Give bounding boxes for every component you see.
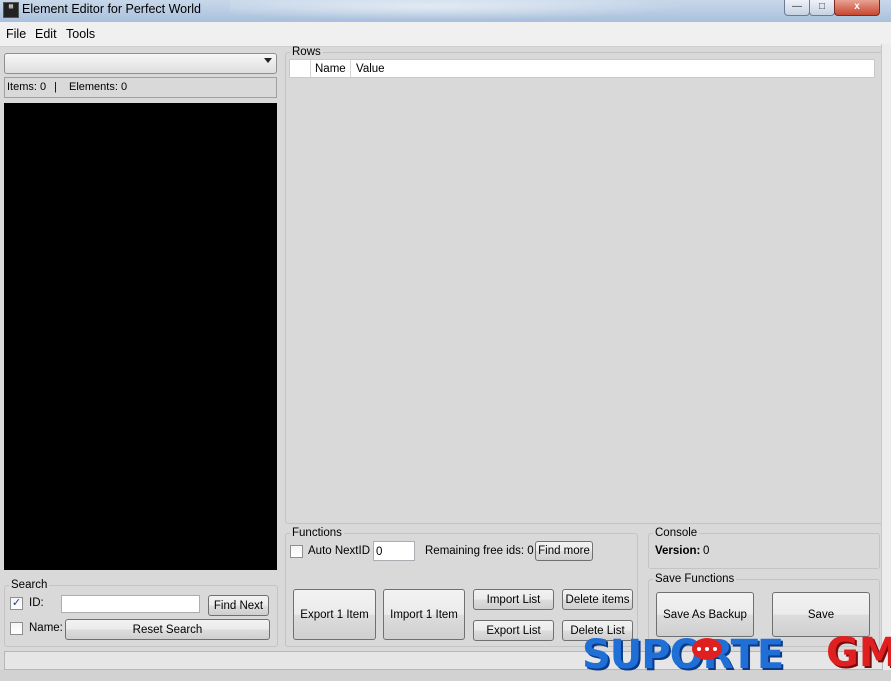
counts-separator: | — [54, 81, 57, 93]
name-label: Name: — [29, 622, 63, 634]
title-bar-glow — [230, 0, 730, 22]
auto-next-id-label: Auto NextID : — [308, 545, 377, 557]
find-next-button[interactable]: Find Next — [208, 595, 269, 616]
reset-search-button[interactable]: Reset Search — [65, 619, 270, 640]
save-functions-group-title: Save Functions — [655, 573, 735, 585]
column-header-value[interactable]: Value — [356, 63, 385, 75]
app-window: ▦ Element Editor for Perfect World — □ x… — [0, 0, 891, 681]
close-button[interactable]: x — [834, 0, 880, 16]
vertical-scrollbar[interactable] — [881, 44, 891, 676]
menu-tools[interactable]: Tools — [66, 27, 95, 41]
app-icon: ▦ — [3, 2, 19, 18]
rows-group: Rows — [285, 46, 883, 524]
list-selector-dropdown[interactable] — [4, 53, 277, 74]
chevron-down-icon — [264, 58, 272, 63]
item-counts-bar: Items: 0 | Elements: 0 — [4, 77, 277, 98]
menu-edit[interactable]: Edit — [35, 27, 57, 41]
name-checkbox[interactable] — [10, 622, 23, 635]
import-list-button[interactable]: Import List — [473, 589, 554, 610]
title-bar: ▦ Element Editor for Perfect World — □ x — [0, 0, 891, 22]
row-selector-header[interactable] — [290, 60, 311, 77]
elements-count: Elements: 0 — [69, 81, 128, 93]
save-as-backup-button[interactable]: Save As Backup — [656, 592, 754, 637]
find-more-button[interactable]: Find more — [535, 541, 593, 561]
version-label: Version: — [655, 545, 701, 557]
search-group-title: Search — [11, 579, 48, 591]
id-label: ID: — [29, 597, 44, 609]
suportegm-watermark-logo: SUPORTE GM — [582, 630, 891, 681]
rows-grid-header: Name Value — [289, 59, 875, 78]
id-checkbox[interactable]: ✓ — [10, 597, 23, 610]
export-list-button[interactable]: Export List — [473, 620, 554, 641]
import-item-button[interactable]: Import 1 Item — [383, 589, 465, 640]
column-divider — [350, 60, 351, 77]
delete-items-button[interactable]: Delete items — [562, 589, 633, 610]
watermark-text-blue: SUPORTE — [582, 632, 784, 678]
functions-group-title: Functions — [292, 527, 342, 539]
watermark-text-red: GM — [826, 630, 891, 676]
remaining-free-ids: Remaining free ids: 0 — [425, 545, 534, 557]
elements-list[interactable] — [4, 103, 277, 570]
auto-next-id-checkbox[interactable] — [290, 545, 303, 558]
menu-bar: File Edit Tools — [0, 22, 891, 47]
next-id-input[interactable]: 0 — [373, 541, 415, 561]
console-group-title: Console — [655, 527, 698, 539]
speech-bubble-icon — [692, 638, 722, 660]
column-header-name[interactable]: Name — [315, 63, 346, 75]
menu-file[interactable]: File — [6, 27, 26, 41]
maximize-button[interactable]: □ — [809, 0, 835, 16]
window-title: Element Editor for Perfect World — [22, 2, 202, 16]
id-search-input[interactable] — [61, 595, 200, 613]
minimize-button[interactable]: — — [784, 0, 810, 16]
rows-group-title: Rows — [292, 46, 321, 58]
version-value: 0 — [703, 545, 710, 557]
export-item-button[interactable]: Export 1 Item — [293, 589, 376, 640]
items-count: Items: 0 — [7, 81, 47, 93]
